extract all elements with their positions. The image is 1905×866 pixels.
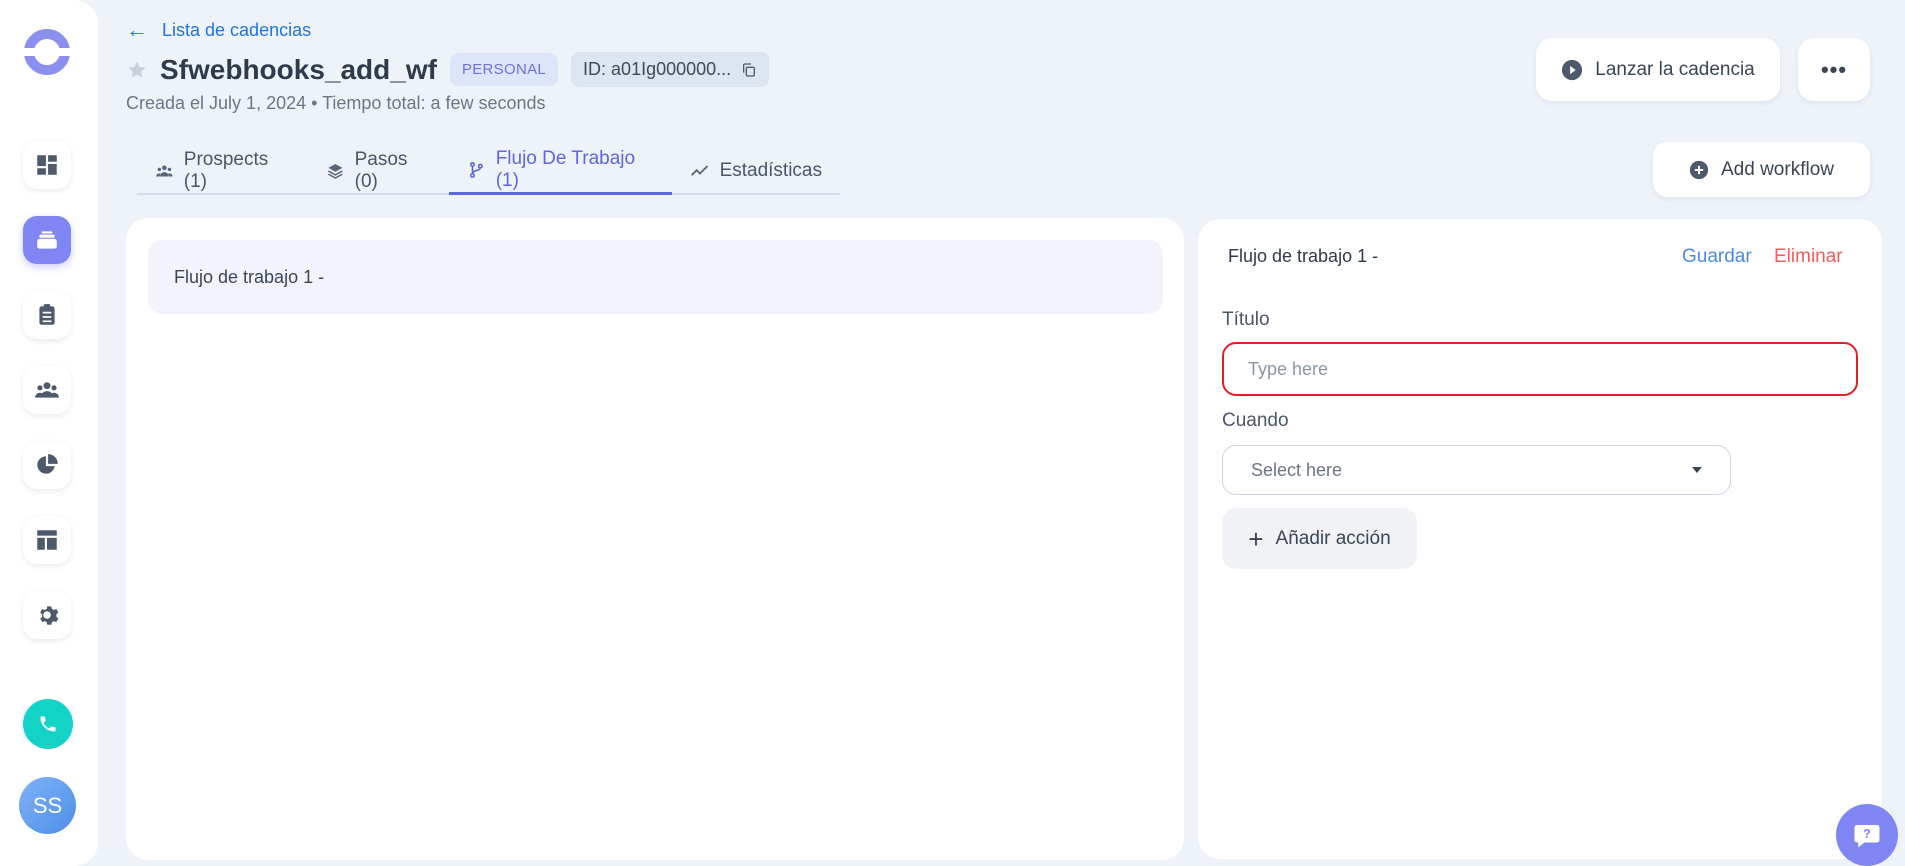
play-circle-icon (1562, 59, 1583, 80)
launch-cadence-label: Lanzar la cadencia (1595, 58, 1755, 80)
when-select-placeholder: Select here (1251, 459, 1343, 480)
trend-icon (690, 164, 708, 176)
branch-icon (469, 162, 483, 178)
plus-icon: + (1248, 523, 1264, 554)
sidebar-item-settings[interactable] (23, 591, 71, 639)
tab-prospects-label: Prospects (1) (183, 148, 269, 192)
sidebar-item-reports[interactable] (23, 441, 71, 489)
tab-statistics-label: Estadísticas (719, 159, 822, 181)
list-item[interactable]: Flujo de trabajo 1 - (148, 240, 1163, 314)
pie-chart-icon (37, 454, 58, 474)
launch-cadence-button[interactable]: Lanzar la cadencia (1536, 38, 1780, 101)
sidebar-item-team[interactable] (23, 366, 71, 414)
id-chip[interactable]: ID: a01Ig000000... (571, 52, 770, 87)
workflow-editor-panel: Flujo de trabajo 1 - Guardar Eliminar Tí… (1198, 219, 1882, 859)
sidebar-item-templates[interactable] (23, 516, 71, 564)
phone-button[interactable] (23, 699, 73, 749)
sidebar: SS (0, 0, 98, 866)
users-icon (156, 165, 173, 176)
tab-workflow-label: Flujo De Trabajo (1) (495, 148, 636, 191)
help-button[interactable]: ? (1836, 804, 1898, 866)
gear-icon (40, 606, 59, 625)
copy-icon[interactable] (741, 62, 757, 78)
when-select[interactable]: Select here (1222, 445, 1731, 495)
id-label: ID: a01Ig000000... (583, 59, 732, 79)
workflow-item-label: Flujo de trabajo 1 - (174, 266, 325, 287)
when-field-label: Cuando (1222, 410, 1289, 431)
back-link-label: Lista de cadencias (162, 19, 312, 40)
sidebar-item-cadences[interactable] (23, 216, 71, 264)
back-link[interactable]: ← Lista de cadencias (126, 19, 311, 41)
tab-steps-label: Pasos (0) (354, 148, 408, 192)
help-chat-icon: ? (1854, 825, 1880, 848)
add-workflow-button[interactable]: Add workflow (1653, 142, 1870, 197)
arrow-left-icon: ← (126, 17, 148, 42)
add-action-button[interactable]: + Añadir acción (1222, 508, 1417, 569)
add-workflow-label: Add workflow (1721, 158, 1834, 180)
title-field-label: Título (1222, 309, 1270, 330)
team-icon (35, 382, 59, 398)
layers-icon (327, 163, 343, 179)
save-button[interactable]: Guardar (1682, 246, 1752, 268)
cadences-icon (37, 231, 57, 249)
caret-down-icon (1692, 467, 1702, 473)
sidebar-item-tasks[interactable] (23, 291, 71, 339)
tasks-icon (39, 304, 55, 325)
more-options-button[interactable]: ••• (1798, 38, 1870, 101)
delete-button[interactable]: Eliminar (1774, 246, 1843, 268)
avatar[interactable]: SS (19, 777, 76, 834)
avatar-initials: SS (32, 792, 63, 818)
plus-circle-icon (1689, 160, 1709, 179)
more-icon: ••• (1820, 56, 1848, 82)
status-badge: PERSONAL (449, 53, 559, 86)
editor-title: Flujo de trabajo 1 - (1228, 246, 1379, 266)
dashboard-icon (37, 155, 57, 175)
title-row: Sfwebhooks_add_wf PERSONAL ID: a01Ig0000… (126, 52, 770, 87)
tabs: Prospects (1) Pasos (0) Flujo De Trabajo… (137, 148, 840, 195)
page-subtitle: Creada el July 1, 2024 • Tiempo total: a… (126, 93, 546, 113)
templates-icon (37, 530, 57, 550)
app-logo[interactable] (23, 28, 71, 76)
sidebar-item-dashboard[interactable] (23, 141, 71, 189)
workflow-list-panel: Flujo de trabajo 1 - (126, 218, 1184, 860)
title-input[interactable] (1222, 342, 1858, 396)
tab-statistics[interactable]: Estadísticas (672, 148, 840, 193)
page-title: Sfwebhooks_add_wf (160, 53, 437, 85)
tab-steps[interactable]: Pasos (0) (308, 148, 449, 193)
star-icon[interactable] (126, 59, 148, 81)
svg-text:?: ? (1863, 827, 1871, 841)
phone-icon (40, 716, 56, 732)
add-action-label: Añadir acción (1275, 527, 1391, 549)
tab-workflow[interactable]: Flujo De Trabajo (1) (448, 148, 672, 195)
tab-prospects[interactable]: Prospects (1) (137, 148, 308, 193)
